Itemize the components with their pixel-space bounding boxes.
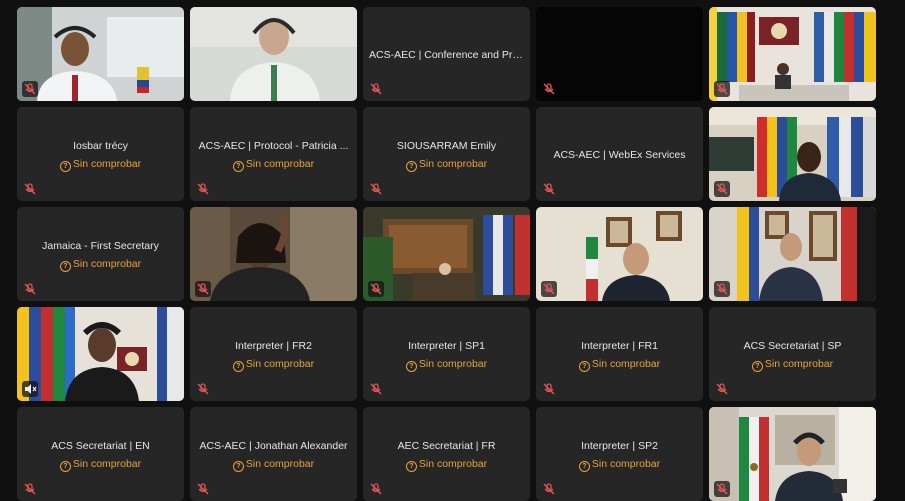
warning-circle-icon: ?: [232, 161, 244, 172]
participant-tile[interactable]: ACS-AEC | Conference and Pro...: [363, 7, 530, 101]
participant-tile-video[interactable]: [190, 7, 357, 101]
mic-muted-icon: [714, 481, 730, 497]
mic-muted-icon: [541, 81, 557, 97]
status-label: ? Sin comprobar: [536, 358, 703, 372]
mic-muted-icon: [368, 481, 384, 497]
participant-name: ACS-AEC | WebEx Services: [553, 149, 686, 161]
mic-muted-icon: [541, 481, 557, 497]
mic-muted-icon: [541, 281, 557, 297]
mic-muted-icon: [195, 481, 211, 497]
participant-video: [709, 107, 876, 201]
speaker-muted-icon: [22, 381, 38, 397]
participant-name: Interpreter | FR2: [235, 340, 312, 352]
participant-name: Jamaica - First Secretary: [42, 240, 159, 252]
participant-tile-video[interactable]: [17, 307, 184, 401]
mic-muted-icon: [714, 181, 730, 197]
video-grid: ACS-AEC | Conference and Pro... Iosbar t…: [0, 0, 905, 501]
participant-tile-video[interactable]: [709, 207, 876, 301]
participant-video: [536, 207, 703, 301]
participant-name: ACS-AEC | Protocol - Patricia ...: [198, 140, 349, 152]
status-label: ? Sin comprobar: [190, 358, 357, 372]
mic-muted-icon: [22, 481, 38, 497]
warning-circle-icon: ?: [59, 461, 71, 472]
status-label: ? Sin comprobar: [17, 258, 184, 272]
participant-name: Interpreter | FR1: [581, 340, 658, 352]
participant-tile[interactable]: ACS Secretariat | SP ? Sin comprobar: [709, 307, 876, 401]
mic-muted-icon: [368, 281, 384, 297]
mic-muted-icon: [195, 281, 211, 297]
participant-video: [17, 7, 184, 101]
participant-tile[interactable]: ACS-AEC | Protocol - Patricia ... ? Sin c…: [190, 107, 357, 201]
warning-circle-icon: ?: [232, 461, 244, 472]
participant-video: [190, 7, 357, 101]
participant-tile[interactable]: Interpreter | SP1 ? Sin comprobar: [363, 307, 530, 401]
participant-tile-video[interactable]: [363, 207, 530, 301]
warning-circle-icon: ?: [232, 361, 244, 372]
participant-tile[interactable]: AEC Secretariat | FR ? Sin comprobar: [363, 407, 530, 501]
participant-tile[interactable]: Interpreter | FR2 ? Sin comprobar: [190, 307, 357, 401]
participant-tile[interactable]: ACS Secretariat | EN ? Sin comprobar: [17, 407, 184, 501]
participant-tile-video[interactable]: [709, 107, 876, 201]
status-label: ? Sin comprobar: [190, 458, 357, 472]
mic-muted-icon: [714, 281, 730, 297]
participant-tile-video[interactable]: [190, 207, 357, 301]
participant-name: ACS-AEC | Jonathan Alexander: [199, 440, 348, 452]
participant-name: ACS-AEC | Conference and Pro...: [369, 49, 524, 61]
status-label: ? Sin comprobar: [17, 158, 184, 172]
mic-muted-icon: [195, 181, 211, 197]
warning-circle-icon: ?: [405, 461, 417, 472]
participant-tile[interactable]: Interpreter | FR1 ? Sin comprobar: [536, 307, 703, 401]
mic-muted-icon: [714, 381, 730, 397]
warning-circle-icon: ?: [405, 361, 417, 372]
mic-muted-icon: [22, 81, 38, 97]
participant-tile[interactable]: Iosbar trécy ? Sin comprobar: [17, 107, 184, 201]
participant-video: [709, 207, 876, 301]
mic-muted-icon: [195, 381, 211, 397]
warning-circle-icon: ?: [578, 461, 590, 472]
warning-circle-icon: ?: [59, 261, 71, 272]
participant-video: [190, 207, 357, 301]
participant-name: ACS Secretariat | EN: [51, 440, 150, 452]
participant-name: Iosbar trécy: [73, 140, 128, 152]
participant-video: [709, 7, 876, 101]
mic-muted-icon: [368, 181, 384, 197]
status-label: ? Sin comprobar: [17, 458, 184, 472]
status-label: ? Sin comprobar: [536, 458, 703, 472]
participant-tile[interactable]: Interpreter | SP2 ? Sin comprobar: [536, 407, 703, 501]
status-label: ? Sin comprobar: [363, 158, 530, 172]
participant-name: Interpreter | SP2: [581, 440, 658, 452]
participant-tile[interactable]: Jamaica - First Secretary ? Sin comprobar: [17, 207, 184, 301]
warning-circle-icon: ?: [578, 361, 590, 372]
mic-muted-icon: [541, 181, 557, 197]
participant-tile[interactable]: ACS-AEC | Jonathan Alexander ? Sin compro…: [190, 407, 357, 501]
participant-name: AEC Secretariat | FR: [397, 440, 496, 452]
status-label: ? Sin comprobar: [363, 458, 530, 472]
warning-circle-icon: ?: [405, 161, 417, 172]
participant-video: [17, 307, 184, 401]
mic-muted-icon: [368, 381, 384, 397]
mic-muted-icon: [714, 81, 730, 97]
mic-muted-icon: [22, 181, 38, 197]
status-label: ? Sin comprobar: [709, 358, 876, 372]
warning-circle-icon: ?: [751, 361, 763, 372]
participant-video: [709, 407, 876, 501]
status-label: ? Sin comprobar: [363, 358, 530, 372]
participant-tile-video[interactable]: [536, 207, 703, 301]
warning-circle-icon: ?: [59, 161, 71, 172]
participant-name: ACS Secretariat | SP: [743, 340, 842, 352]
participant-video: [363, 207, 530, 301]
participant-tile[interactable]: ACS-AEC | WebEx Services: [536, 107, 703, 201]
participant-tile-blank[interactable]: [536, 7, 703, 101]
participant-tile[interactable]: SIOUSARRAM Emily ? Sin comprobar: [363, 107, 530, 201]
mic-muted-icon: [368, 81, 384, 97]
mic-muted-icon: [541, 381, 557, 397]
participant-tile-video[interactable]: [709, 407, 876, 501]
mic-muted-icon: [22, 281, 38, 297]
participant-name: Interpreter | SP1: [408, 340, 485, 352]
participant-tile-video[interactable]: [709, 7, 876, 101]
participant-tile-video[interactable]: [17, 7, 184, 101]
status-label: ? Sin comprobar: [190, 158, 357, 172]
participant-name: SIOUSARRAM Emily: [396, 140, 497, 152]
